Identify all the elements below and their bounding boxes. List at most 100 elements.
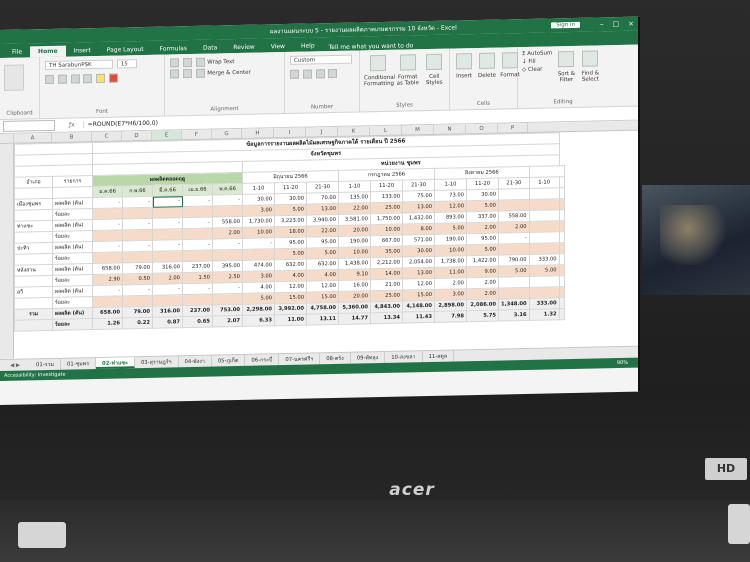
- minimize-button[interactable]: –: [600, 20, 604, 28]
- value-cell[interactable]: 95.00: [306, 236, 339, 249]
- font-name-select[interactable]: TH SarabunPSK: [45, 59, 113, 71]
- header-period[interactable]: 21-30: [402, 179, 435, 192]
- value-cell[interactable]: 5.00: [306, 247, 339, 260]
- cell-styles-button[interactable]: Cell Styles: [423, 52, 445, 86]
- value-cell[interactable]: 3,940.00: [306, 214, 339, 227]
- column-header[interactable]: J: [306, 126, 338, 137]
- total-cell[interactable]: 1,348.00: [498, 298, 530, 311]
- cell[interactable]: [559, 198, 565, 210]
- total-cell[interactable]: 0.87: [152, 316, 183, 329]
- tab-home[interactable]: Home: [30, 45, 66, 58]
- value-cell[interactable]: 5.00: [466, 244, 499, 256]
- total-cell[interactable]: 333.00: [529, 297, 560, 310]
- value-cell[interactable]: [529, 198, 560, 211]
- value-cell[interactable]: [92, 295, 123, 308]
- font-size-select[interactable]: 15: [116, 59, 137, 69]
- value-cell[interactable]: 2.00: [466, 288, 499, 300]
- value-cell[interactable]: [212, 293, 243, 306]
- cell[interactable]: [14, 187, 53, 200]
- district-cell[interactable]: ท่าแซะ: [14, 220, 53, 233]
- value-cell[interactable]: -: [152, 283, 183, 296]
- total-cell[interactable]: 753.00: [212, 304, 243, 317]
- value-cell[interactable]: 474.00: [242, 259, 275, 272]
- value-cell[interactable]: 9.10: [338, 268, 371, 281]
- district-cell[interactable]: [14, 209, 53, 222]
- value-cell[interactable]: 5.00: [434, 222, 467, 235]
- value-cell[interactable]: -: [212, 282, 243, 295]
- value-cell[interactable]: [182, 228, 213, 240]
- sheet-tab[interactable]: 04-พังงา: [178, 355, 212, 368]
- value-cell[interactable]: 190.00: [338, 235, 371, 248]
- district-cell[interactable]: เมืองชุมพร: [14, 198, 53, 211]
- value-cell[interactable]: 8.00: [402, 223, 435, 236]
- align-bottom-icon[interactable]: [195, 57, 205, 67]
- total-cell[interactable]: 4,843.00: [370, 301, 403, 313]
- value-cell[interactable]: [498, 243, 530, 256]
- value-cell[interactable]: 2.00: [152, 272, 183, 285]
- value-cell[interactable]: 10.00: [434, 244, 467, 257]
- value-cell[interactable]: [152, 250, 183, 263]
- value-cell[interactable]: 5.00: [274, 204, 307, 216]
- conditional-formatting-button[interactable]: Conditional Formatting: [364, 53, 395, 87]
- cell[interactable]: [559, 308, 565, 320]
- value-cell[interactable]: [92, 229, 123, 242]
- value-cell[interactable]: 2.00: [434, 277, 467, 290]
- value-cell[interactable]: 1,432.00: [402, 212, 435, 225]
- value-cell[interactable]: 1,730.00: [242, 215, 275, 228]
- value-cell[interactable]: 2.50: [212, 271, 243, 284]
- header-month-short[interactable]: ก.พ.66: [122, 185, 153, 197]
- column-header[interactable]: D: [122, 130, 152, 141]
- cell[interactable]: [559, 220, 565, 232]
- value-cell[interactable]: -: [182, 239, 213, 251]
- item-cell[interactable]: ร้อยละ: [52, 318, 93, 331]
- percent-icon[interactable]: [302, 69, 312, 79]
- value-cell[interactable]: [529, 242, 560, 255]
- item-cell[interactable]: ร้อยละ: [52, 252, 93, 265]
- value-cell[interactable]: 22.00: [306, 225, 339, 238]
- cell[interactable]: [559, 242, 565, 254]
- value-cell[interactable]: [182, 206, 213, 218]
- value-cell[interactable]: -: [182, 283, 213, 295]
- value-cell[interactable]: -: [212, 194, 243, 207]
- value-cell[interactable]: -: [152, 195, 183, 208]
- column-header[interactable]: I: [274, 127, 306, 138]
- column-header[interactable]: A: [14, 132, 52, 143]
- total-cell[interactable]: 1.26: [92, 317, 123, 330]
- header-period[interactable]: 1-10: [242, 182, 275, 195]
- sheet-tab[interactable]: 10-สงขลา: [385, 351, 423, 363]
- value-cell[interactable]: 5.00: [466, 200, 499, 212]
- value-cell[interactable]: -: [182, 217, 213, 229]
- column-header[interactable]: E: [152, 130, 182, 140]
- value-cell[interactable]: 10.00: [338, 246, 371, 259]
- fill-color-icon[interactable]: [96, 73, 105, 83]
- value-cell[interactable]: 70.00: [306, 192, 339, 205]
- value-cell[interactable]: [529, 231, 560, 244]
- value-cell[interactable]: [122, 295, 153, 307]
- value-cell[interactable]: 2,212.00: [370, 257, 403, 269]
- value-cell[interactable]: 632.00: [274, 259, 307, 271]
- value-cell[interactable]: [182, 294, 213, 306]
- item-cell[interactable]: ร้อยละ: [52, 274, 93, 287]
- total-cell[interactable]: 0.22: [122, 317, 153, 329]
- value-cell[interactable]: [498, 199, 530, 212]
- tab-view[interactable]: View: [263, 41, 293, 53]
- currency-icon[interactable]: [290, 69, 299, 79]
- item-cell[interactable]: ผลผลิต (ตัน): [52, 197, 93, 210]
- bold-icon[interactable]: [45, 74, 54, 85]
- tab-insert[interactable]: Insert: [66, 45, 99, 57]
- value-cell[interactable]: 75.00: [402, 190, 435, 203]
- total-cell[interactable]: 2,898.00: [434, 299, 467, 312]
- align-top-icon[interactable]: [170, 58, 179, 68]
- value-cell[interactable]: 5.00: [274, 248, 307, 260]
- item-cell[interactable]: ผลผลิต (ตัน): [52, 263, 93, 276]
- value-cell[interactable]: 1,438.00: [338, 257, 371, 270]
- maximize-button[interactable]: □: [613, 20, 620, 28]
- value-cell[interactable]: 35.00: [370, 246, 403, 258]
- total-cell[interactable]: 3,992.00: [274, 303, 307, 315]
- find-select-button[interactable]: Find & Select: [580, 48, 600, 83]
- total-cell[interactable]: 11.43: [402, 311, 435, 324]
- tab-help[interactable]: Help: [293, 40, 323, 52]
- value-cell[interactable]: 13.00: [306, 203, 339, 216]
- value-cell[interactable]: 15.00: [274, 292, 307, 304]
- value-cell[interactable]: [152, 294, 183, 307]
